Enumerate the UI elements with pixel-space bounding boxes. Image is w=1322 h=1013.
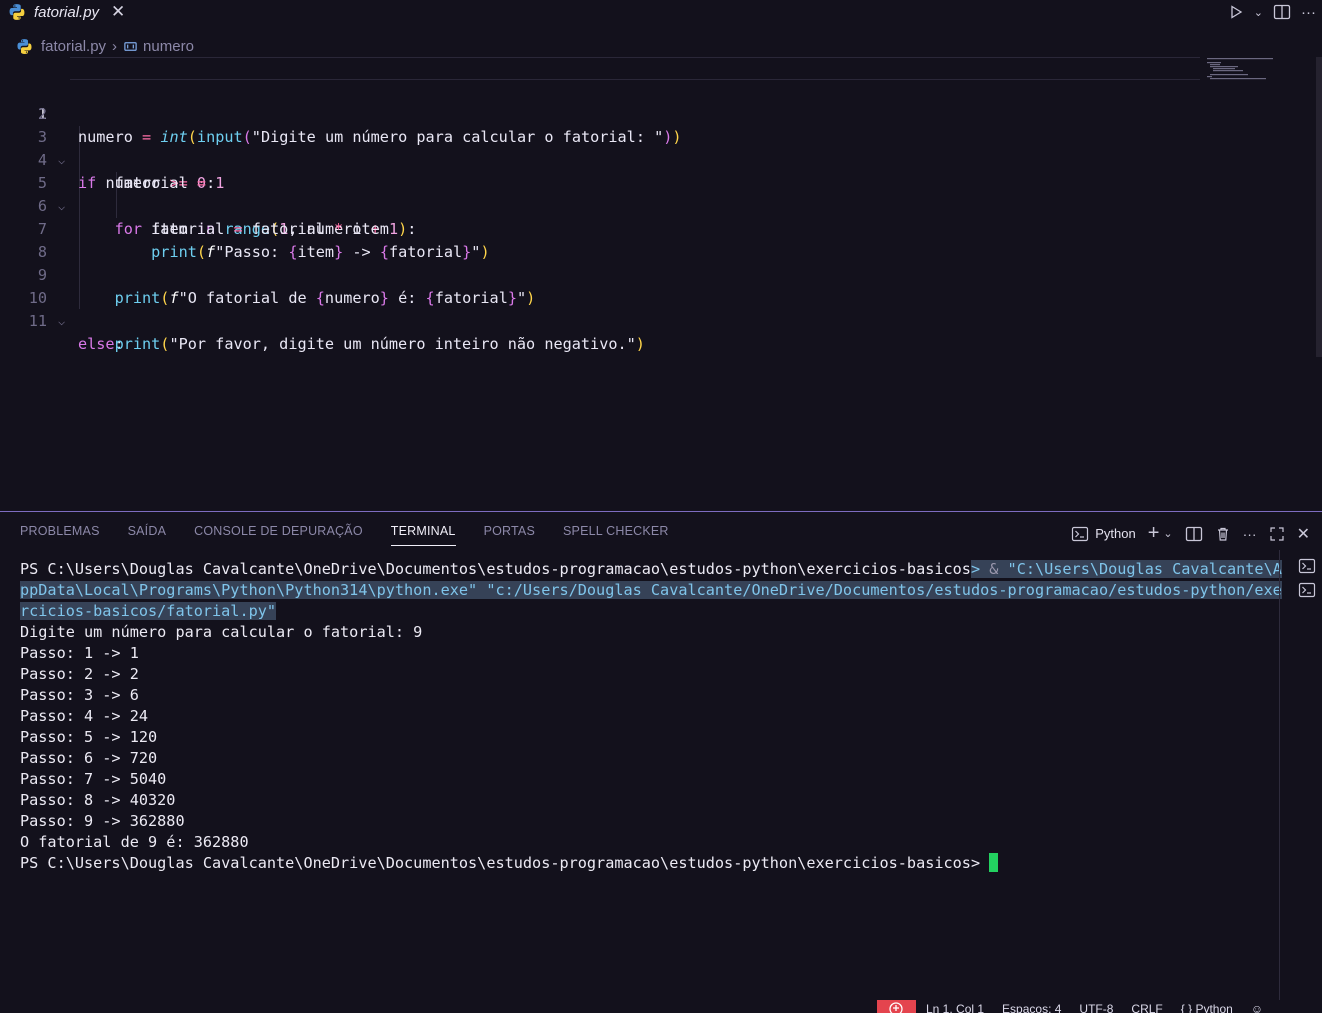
terminal-command-2: ppData\Local\Programs\Python\Python314\p… [20, 581, 1282, 599]
fold-chevron-icon[interactable]: ⌵ [58, 310, 65, 333]
current-line-highlight [70, 57, 1200, 80]
terminal-line: O fatorial de 9 é: 362880 [20, 833, 249, 851]
editor-actions: ⌄ ··· [1228, 0, 1316, 24]
python-icon [9, 4, 25, 20]
breadcrumb-file[interactable]: fatorial.py [41, 38, 106, 55]
terminal-divider [1279, 550, 1280, 1000]
tab-ports[interactable]: PORTAS [484, 524, 535, 546]
terminal-line: Passo: 1 -> 1 [20, 644, 139, 662]
tab-debug-console[interactable]: CONSOLE DE DEPURAÇÃO [194, 524, 363, 546]
code-line-8[interactable]: 8 [0, 218, 1200, 261]
code-line-11[interactable]: 11 print("Por favor, digite um número in… [0, 287, 1200, 353]
minimap[interactable] [1207, 57, 1277, 85]
code-line-9[interactable]: 9 print(f"O fatorial de {numero} é: {fat… [0, 241, 1200, 307]
tab-label: fatorial.py [34, 3, 100, 21]
code-line-10[interactable]: 10 ⌵ else: [0, 264, 1200, 353]
breadcrumb: fatorial.py › numero [16, 35, 194, 57]
editor-scrollbar[interactable] [1316, 57, 1322, 357]
variable-icon [124, 41, 137, 51]
cursor-position[interactable]: Ln 1, Col 1 [926, 1002, 984, 1013]
terminal-line: Passo: 3 -> 6 [20, 686, 139, 704]
terminal-icon [1072, 526, 1089, 541]
maximize-panel-icon[interactable] [1269, 526, 1285, 542]
terminal-instance-icon[interactable] [1298, 558, 1316, 574]
code-line-3[interactable]: 3 ⌵ if numero >= 0: [0, 103, 1200, 192]
indentation[interactable]: Espaços: 4 [1002, 1002, 1061, 1013]
tab-problems[interactable]: PROBLEMAS [20, 524, 100, 546]
terminal-line: Passo: 4 -> 24 [20, 707, 149, 725]
chevron-down-icon[interactable]: ⌄ [1254, 6, 1263, 19]
python-icon [17, 38, 32, 54]
code-line-1[interactable]: 1 numero = int(input("Digite um número p… [0, 57, 1200, 146]
terminal-cursor [989, 853, 999, 872]
line-ending[interactable]: CRLF [1131, 1002, 1162, 1013]
terminal-prompt-end: > [970, 560, 990, 578]
code-line-7[interactable]: 7 print(f"Passo: {item} -> {fatorial}") [0, 195, 1200, 261]
close-icon[interactable]: ✕ [111, 2, 125, 22]
terminal-command-3: rcicios-basicos/fatorial.py" [20, 602, 277, 620]
code-line-2[interactable]: 2 [0, 80, 1200, 123]
terminal-line: Passo: 7 -> 5040 [20, 770, 167, 788]
more-actions-icon[interactable]: ··· [1243, 526, 1257, 542]
terminal-instance-icon[interactable] [1298, 582, 1316, 598]
code-line-5[interactable]: 5 ⌵ for item in range(1, numero + 1): [0, 149, 1200, 238]
tab-fatorial-py[interactable]: fatorial.py ✕ [0, 0, 140, 24]
tab-output[interactable]: SAÍDA [128, 524, 167, 546]
panel-actions: Python + ⌄ ··· ✕ [1071, 522, 1310, 545]
terminal-prompt: PS C:\Users\Douglas Cavalcante\OneDrive\… [20, 560, 971, 578]
code-line-6[interactable]: 6 fatorial = fatorial * item [0, 172, 1200, 238]
language-mode[interactable]: { } Python [1181, 1002, 1233, 1013]
terminal-list [1298, 558, 1316, 598]
split-editor-icon[interactable] [1273, 4, 1291, 20]
remote-icon [889, 1002, 903, 1013]
terminal-output[interactable]: PS C:\Users\Douglas Cavalcante\OneDrive\… [20, 559, 1282, 874]
split-terminal-icon[interactable] [1185, 526, 1203, 542]
line-number: 11 [28, 312, 47, 330]
terminal-line: Passo: 9 -> 362880 [20, 812, 185, 830]
status-bar: Ln 1, Col 1 Espaços: 4 UTF-8 CRLF { } Py… [0, 1000, 1322, 1013]
terminal-command-1: "C:\Users\Douglas Cavalcante\A [1007, 560, 1282, 578]
bottom-panel: PROBLEMAS SAÍDA CONSOLE DE DEPURAÇÃO TER… [0, 511, 1322, 1000]
remote-indicator[interactable] [877, 1000, 916, 1013]
tab-terminal[interactable]: TERMINAL [390, 524, 456, 546]
terminal-line: Passo: 5 -> 120 [20, 728, 158, 746]
terminal-prompt: PS C:\Users\Douglas Cavalcante\OneDrive\… [20, 854, 990, 872]
status-items: Ln 1, Col 1 Espaços: 4 UTF-8 CRLF { } Py… [926, 1002, 1263, 1013]
code-line-4[interactable]: 4 fatorial = 1 [0, 126, 1200, 192]
terminal-line: Passo: 8 -> 40320 [20, 791, 176, 809]
close-panel-icon[interactable]: ✕ [1297, 524, 1310, 544]
code-text: print("Por favor, digite um número intei… [114, 335, 645, 353]
more-actions-icon[interactable]: ··· [1301, 4, 1316, 21]
encoding[interactable]: UTF-8 [1079, 1002, 1113, 1013]
code-editor[interactable]: 1 numero = int(input("Digite um número p… [0, 57, 1322, 510]
tab-spell-checker[interactable]: SPELL CHECKER [563, 524, 669, 546]
copilot-icon[interactable]: ☺ [1251, 1002, 1263, 1013]
terminal-amp: & [989, 560, 1008, 578]
add-terminal-icon[interactable]: + [1148, 522, 1160, 545]
shell-label: Python [1095, 526, 1136, 541]
panel-tabs: PROBLEMAS SAÍDA CONSOLE DE DEPURAÇÃO TER… [20, 524, 669, 546]
terminal-line: Passo: 2 -> 2 [20, 665, 139, 683]
editor-tab-bar: fatorial.py ✕ ⌄ ··· [0, 0, 1322, 24]
terminal-shell-selector[interactable]: Python [1071, 526, 1136, 542]
terminal-line: Digite um número para calcular o fatoria… [20, 623, 423, 641]
chevron-down-icon[interactable]: ⌄ [1163, 527, 1172, 540]
breadcrumb-symbol[interactable]: numero [143, 38, 194, 55]
run-icon[interactable] [1228, 4, 1244, 20]
chevron-right-icon: › [112, 37, 118, 55]
trash-icon[interactable] [1215, 526, 1231, 542]
terminal-line: Passo: 6 -> 720 [20, 749, 158, 767]
